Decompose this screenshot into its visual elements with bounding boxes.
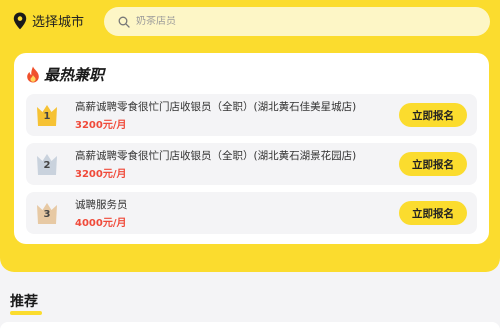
- job-item[interactable]: 1 高薪诚聘零食很忙门店收银员（全职）(湖北黄石佳美星城店) 3200元/月 立…: [26, 94, 477, 136]
- rank-number: 3: [43, 209, 51, 220]
- job-salary: 4000元/月: [75, 218, 127, 229]
- top-bar: 选择城市: [0, 0, 500, 44]
- search-input[interactable]: [136, 16, 436, 27]
- job-title[interactable]: 高薪诚聘零食很忙门店收银员（全职）(湖北黄石湖景花园店): [75, 148, 356, 163]
- job-salary: 3200元/月: [75, 169, 127, 180]
- job-salary: 3200元/月: [75, 120, 127, 131]
- rank-number: 2: [43, 160, 51, 171]
- apply-button[interactable]: 立即报名: [399, 152, 467, 176]
- recommend-tab[interactable]: 推荐: [10, 291, 38, 311]
- job-title[interactable]: 高薪诚聘零食很忙门店收银员（全职）(湖北黄石佳美星城店): [75, 99, 356, 114]
- apply-button[interactable]: 立即报名: [399, 201, 467, 225]
- city-selector[interactable]: 选择城市: [13, 11, 84, 30]
- hot-jobs-heading: 最热兼职: [44, 66, 105, 84]
- rank-badge: 1: [36, 103, 58, 127]
- job-item[interactable]: 2 高薪诚聘零食很忙门店收银员（全职）(湖北黄石湖景花园店) 3200元/月 立…: [26, 143, 477, 185]
- rank-badge: 3: [36, 201, 58, 225]
- job-item[interactable]: 3 诚聘服务员 4000元/月 立即报名: [26, 192, 477, 234]
- recommend-tab-indicator: [10, 311, 42, 315]
- rank-badge: 2: [36, 152, 58, 176]
- hot-jobs-title: 最热兼职: [26, 64, 104, 85]
- fire-icon: [27, 66, 39, 83]
- apply-button[interactable]: 立即报名: [399, 103, 467, 127]
- hot-jobs-card: 最热兼职 1 高薪诚聘零食很忙门店收银员（全职）(湖北黄石佳美星城店) 3200…: [14, 53, 489, 244]
- city-label: 选择城市: [32, 15, 85, 30]
- search-bar[interactable]: [104, 7, 490, 36]
- content-list-top: [0, 322, 500, 333]
- location-pin-icon: [13, 12, 27, 29]
- rank-number: 1: [43, 111, 51, 122]
- search-icon: [118, 16, 130, 28]
- job-title[interactable]: 诚聘服务员: [75, 197, 128, 212]
